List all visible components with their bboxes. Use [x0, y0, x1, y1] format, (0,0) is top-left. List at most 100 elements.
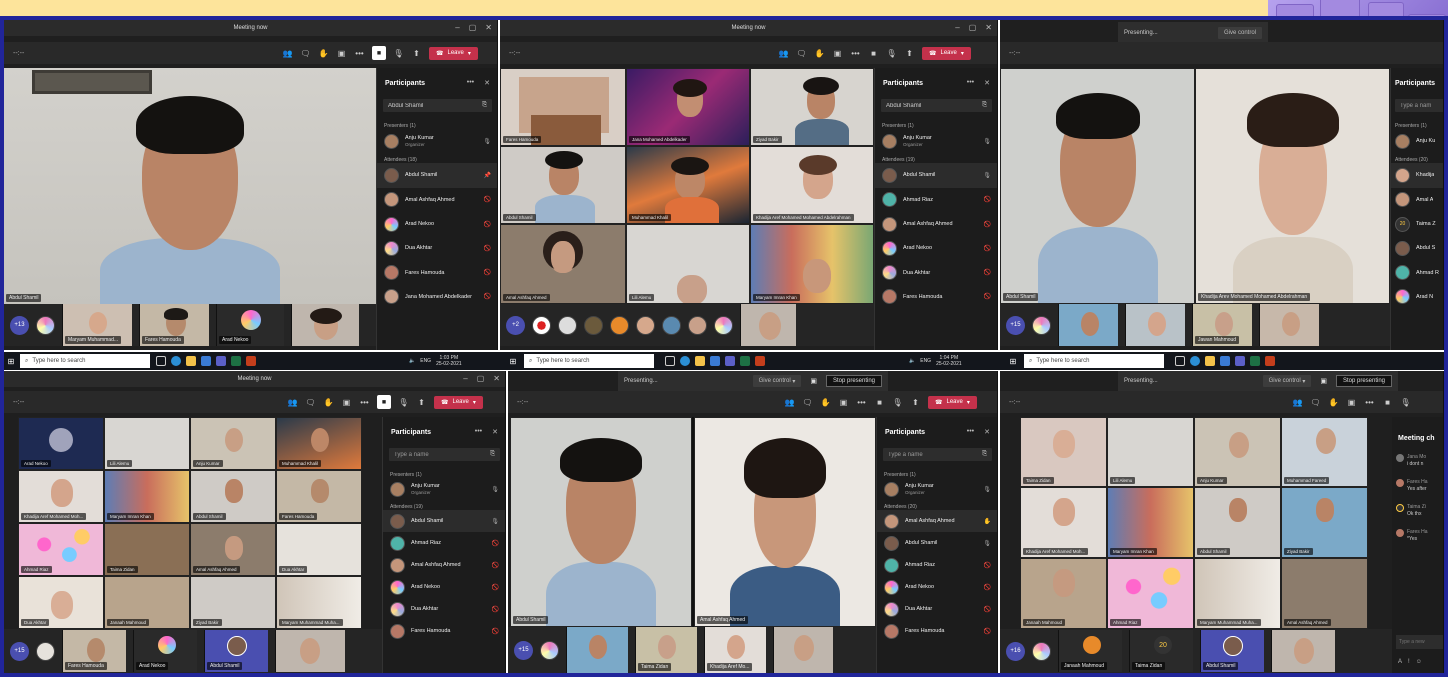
- minimize-icon[interactable]: –: [455, 23, 459, 32]
- camera-button[interactable]: ■: [377, 395, 391, 409]
- thumbnail-video[interactable]: [740, 304, 796, 346]
- avatar[interactable]: [532, 315, 551, 335]
- edge-icon[interactable]: [680, 356, 690, 366]
- search-input[interactable]: [886, 102, 967, 109]
- explorer-icon[interactable]: [186, 356, 196, 366]
- avatar[interactable]: [636, 315, 655, 335]
- participant-row[interactable]: Fares Hamouda 🚫: [875, 285, 997, 309]
- share-icon[interactable]: ⬆: [416, 398, 427, 407]
- mic-icon[interactable]: 🎙: [398, 398, 409, 407]
- give-control-dropdown[interactable]: Give control ▾: [1262, 375, 1312, 387]
- thumbnail-video[interactable]: [1058, 304, 1118, 346]
- more-participants-badge[interactable]: +2: [506, 315, 525, 335]
- attach-icon[interactable]: !: [1408, 659, 1410, 665]
- minimize-icon[interactable]: –: [955, 23, 959, 32]
- close-icon[interactable]: ✕: [493, 374, 500, 383]
- more-icon[interactable]: •••: [850, 49, 861, 58]
- avatar[interactable]: [662, 315, 681, 335]
- mic-icon[interactable]: 🎙: [892, 398, 903, 407]
- participant-row[interactable]: Abdul Shamil 🎙: [877, 532, 997, 554]
- participant-row[interactable]: Anju Kumar Organizer 🎙: [875, 129, 997, 153]
- maximize-icon[interactable]: ▢: [469, 23, 477, 32]
- store-icon[interactable]: [201, 356, 211, 366]
- thumbnail-video[interactable]: Taima Zidan: [635, 627, 697, 673]
- rooms-icon[interactable]: ▣: [341, 398, 352, 407]
- thumbnail-video[interactable]: [291, 304, 359, 346]
- avatar[interactable]: [36, 641, 55, 661]
- chat-icon[interactable]: 🗨: [305, 398, 316, 407]
- participant-search[interactable]: ⎘: [383, 99, 492, 112]
- store-icon[interactable]: [1220, 356, 1230, 366]
- more-participants-badge[interactable]: +15: [514, 640, 533, 660]
- task-view-icon[interactable]: [1175, 356, 1185, 366]
- minimize-icon[interactable]: –: [463, 374, 467, 383]
- excel-icon[interactable]: [1250, 356, 1260, 366]
- share-invite-icon[interactable]: ⎘: [982, 451, 987, 458]
- rooms-icon[interactable]: ▣: [832, 49, 843, 58]
- thumbnail-video[interactable]: [1125, 304, 1185, 346]
- avatar[interactable]: [540, 640, 559, 660]
- rooms-icon[interactable]: ▣: [336, 49, 347, 58]
- thumbnail-video[interactable]: 20 Taima Zidan: [1129, 630, 1193, 672]
- participant-row[interactable]: Jana Mohamed Abdelkader 🚫: [377, 285, 497, 309]
- participant-row[interactable]: Ahmad Riaz 🚫: [875, 188, 997, 212]
- more-participants-badge[interactable]: +15: [1006, 315, 1025, 335]
- more-participants-badge[interactable]: +16: [1006, 641, 1025, 661]
- raise-hand-icon[interactable]: ✋: [1328, 398, 1339, 407]
- participant-row[interactable]: Amal Ashfaq Ahmed 🚫: [875, 212, 997, 236]
- participant-row[interactable]: Fares Hamouda 🚫: [877, 620, 997, 642]
- participant-row[interactable]: Amal Ashfaq Ahmed 🚫: [377, 188, 497, 212]
- share-icon[interactable]: ⬆: [910, 398, 921, 407]
- thumbnail-video[interactable]: Jawan Mahmoud: [1192, 304, 1252, 346]
- participant-search[interactable]: ⎘: [389, 448, 500, 461]
- powerpoint-icon[interactable]: [755, 356, 765, 366]
- close-icon[interactable]: ✕: [985, 23, 992, 32]
- participant-row[interactable]: Dua Akhtar 🚫: [377, 236, 497, 260]
- volume-icon[interactable]: 🔈: [909, 358, 915, 364]
- participants-icon[interactable]: 👥: [778, 49, 789, 58]
- raise-hand-icon[interactable]: ✋: [814, 49, 825, 58]
- task-view-icon[interactable]: [156, 356, 166, 366]
- participant-row[interactable]: 20 Taima Z: [1391, 212, 1443, 236]
- participant-row[interactable]: Abdul Shamil 🎙: [383, 510, 505, 532]
- search-input[interactable]: [388, 102, 468, 109]
- more-icon[interactable]: •••: [856, 398, 867, 407]
- thumbnail-video[interactable]: Abdul Shamil: [1200, 630, 1264, 672]
- participant-row[interactable]: Fares Hamouda 🚫: [383, 620, 505, 642]
- taskbar-search[interactable]: ⌕ Type here to search: [524, 354, 654, 368]
- give-control-dropdown[interactable]: Give control ▾: [752, 375, 802, 387]
- share-icon[interactable]: ⬆: [904, 49, 915, 58]
- thumbnail-video[interactable]: [1259, 304, 1319, 346]
- more-icon[interactable]: •••: [967, 428, 974, 436]
- avatar[interactable]: [714, 315, 733, 335]
- participant-row[interactable]: Arad N: [1391, 285, 1443, 309]
- windows-start-icon[interactable]: ⊞: [4, 357, 18, 366]
- taskbar-search[interactable]: ⌕ Type here to search: [1024, 354, 1164, 368]
- share-invite-icon[interactable]: ⎘: [482, 102, 487, 109]
- search-input[interactable]: [394, 451, 475, 458]
- thumbnail-video[interactable]: Khadija Aref Mo...: [704, 627, 766, 673]
- participant-row[interactable]: Amal Ashfaq Ahmed ✋: [877, 510, 997, 532]
- camera-icon[interactable]: ■: [868, 49, 879, 58]
- chat-icon[interactable]: 🗨: [796, 49, 807, 58]
- participant-row[interactable]: Ahmad Riaz 🚫: [383, 532, 505, 554]
- thumbnail-video[interactable]: Abdul Shamil: [204, 630, 268, 672]
- participant-row[interactable]: Ahmad R: [1391, 260, 1443, 284]
- avatar[interactable]: [1032, 641, 1051, 661]
- avatar[interactable]: [558, 315, 577, 335]
- more-icon[interactable]: •••: [467, 79, 474, 87]
- rooms-icon[interactable]: ▣: [1346, 398, 1357, 407]
- thumbnail-video[interactable]: [1271, 630, 1335, 672]
- leave-button[interactable]: ☎ Leave ▾: [429, 46, 478, 60]
- leave-button[interactable]: ☎ Leave ▾: [434, 395, 483, 409]
- participant-search[interactable]: ⎘: [883, 448, 992, 461]
- chat-icon[interactable]: 🗨: [802, 398, 813, 407]
- windows-start-icon[interactable]: ⊞: [1006, 357, 1020, 366]
- close-icon[interactable]: ✕: [984, 79, 990, 87]
- stop-presenting-button[interactable]: Stop presenting: [1335, 375, 1392, 387]
- participant-row[interactable]: Arad Nekoo 🚫: [875, 236, 997, 260]
- participant-row[interactable]: Dua Akhtar 🚫: [875, 260, 997, 284]
- participant-row[interactable]: Abdul Shamil 📌: [377, 163, 497, 188]
- camera-icon[interactable]: ■: [874, 398, 885, 407]
- powerpoint-icon[interactable]: [1265, 356, 1275, 366]
